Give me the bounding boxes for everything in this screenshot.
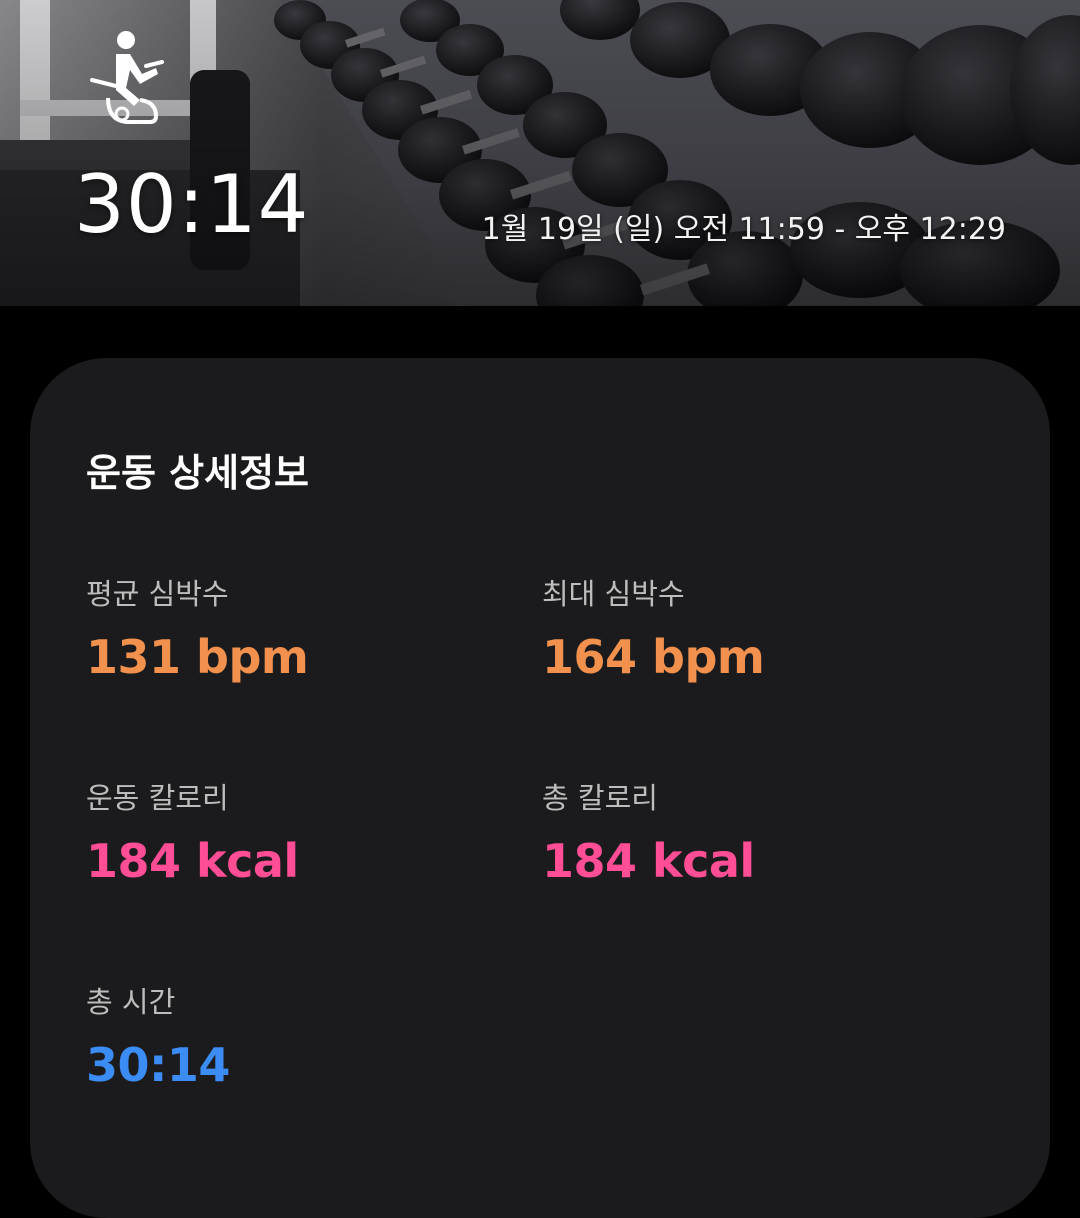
workout-calories-value: 184 kcal <box>86 834 299 888</box>
total-time-stat: 총 시간 30:14 <box>86 982 230 1094</box>
workout-time-range: 1월 19일 (일) 오전 11:59 - 오후 12:29 <box>481 212 1006 247</box>
total-calories-label: 총 칼로리 <box>542 781 658 815</box>
max-heart-rate-stat: 최대 심박수 164 bpm <box>542 574 765 686</box>
card-title: 운동 상세정보 <box>86 451 309 495</box>
total-calories-stat: 총 칼로리 184 kcal <box>542 778 755 890</box>
workout-calories-label: 운동 칼로리 <box>86 781 229 815</box>
stationary-bike-icon <box>90 31 164 124</box>
workout-duration: 30:14 <box>74 158 310 251</box>
max-heart-rate-label: 최대 심박수 <box>542 577 685 611</box>
avg-heart-rate-stat: 평균 심박수 131 bpm <box>86 574 309 686</box>
avg-heart-rate-value: 131 bpm <box>86 630 309 684</box>
header-background-image: 30:14 1월 19일 (일) 오전 11:59 - 오후 12:29 <box>0 0 1080 306</box>
workout-details-card: 운동 상세정보 평균 심박수 131 bpm 최대 심박수 164 bpm 운동… <box>30 358 1050 1218</box>
max-heart-rate-value: 164 bpm <box>542 630 765 684</box>
total-time-value: 30:14 <box>86 1038 230 1092</box>
total-calories-value: 184 kcal <box>542 834 755 888</box>
total-time-label: 총 시간 <box>86 985 176 1019</box>
avg-heart-rate-label: 평균 심박수 <box>86 577 229 611</box>
workout-calories-stat: 운동 칼로리 184 kcal <box>86 778 299 890</box>
